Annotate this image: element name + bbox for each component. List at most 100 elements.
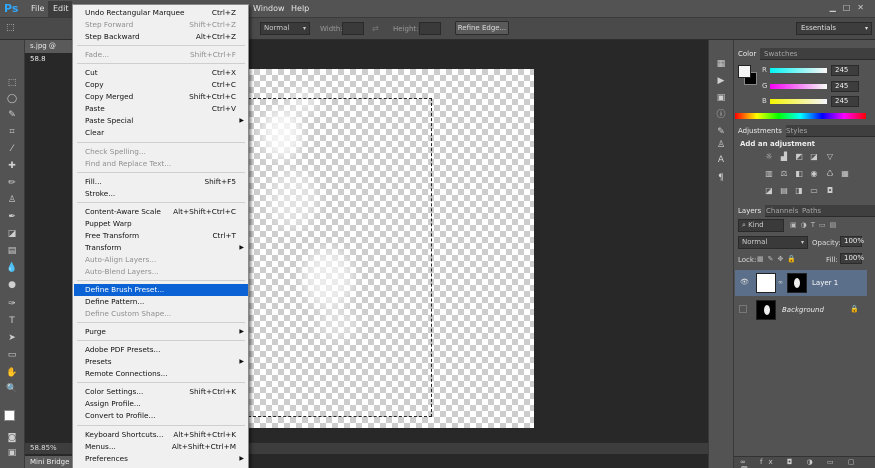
mini-bridge-tab[interactable]: Mini Bridge bbox=[25, 456, 77, 468]
opacity-input[interactable]: 100% bbox=[840, 236, 864, 247]
quick-mask-icon[interactable]: ◙ bbox=[5, 432, 19, 444]
tab-layers[interactable]: Layers bbox=[734, 205, 766, 217]
menu-item-clear[interactable]: Clear bbox=[74, 127, 248, 139]
tab-channels[interactable]: Channels bbox=[762, 205, 802, 217]
lock-icons[interactable]: ▦✎✥🔒 bbox=[757, 255, 800, 263]
info-icon[interactable]: ⓘ bbox=[715, 109, 727, 121]
marquee-tool-icon[interactable]: ⬚ bbox=[5, 77, 19, 89]
character-icon[interactable]: A bbox=[715, 154, 727, 166]
history-icon[interactable]: ▦ bbox=[715, 58, 727, 70]
shape-tool-icon[interactable]: ▭ bbox=[5, 349, 19, 361]
actions-icon[interactable]: ▶ bbox=[715, 75, 727, 87]
menu-edit[interactable]: Edit bbox=[53, 4, 69, 13]
properties-icon[interactable]: ▣ bbox=[715, 92, 727, 104]
marquee-tool-preset-icon[interactable]: ⬚ bbox=[6, 23, 15, 33]
layer-row-layer-1[interactable]: 👁 ∞ Layer 1 bbox=[735, 270, 867, 296]
color-ramp[interactable] bbox=[735, 113, 866, 119]
fill-input[interactable]: 100% bbox=[840, 253, 864, 264]
menu-help[interactable]: Help bbox=[291, 4, 309, 13]
hue-saturation-icon[interactable]: ▥ bbox=[763, 169, 775, 179]
width-input[interactable] bbox=[342, 22, 364, 35]
menu-item-convert-to-profile[interactable]: Convert to Profile... bbox=[74, 410, 248, 422]
menu-item-fill[interactable]: Fill... Shift+F5 bbox=[74, 176, 248, 188]
menu-item-cut[interactable]: Cut Ctrl+X bbox=[74, 67, 248, 79]
menu-item-copy-merged[interactable]: Copy Merged Shift+Ctrl+C bbox=[74, 91, 248, 103]
menu-item-keyboard-shortcuts[interactable]: Keyboard Shortcuts... Alt+Shift+Ctrl+K bbox=[74, 429, 248, 441]
menu-item-step-backward[interactable]: Step Backward Alt+Ctrl+Z bbox=[74, 31, 248, 43]
channel-b-value[interactable]: 245 bbox=[831, 96, 859, 107]
menu-item-define-pattern[interactable]: Define Pattern... bbox=[74, 296, 248, 308]
threshold-icon[interactable]: ◨ bbox=[793, 186, 805, 196]
brightness-icon[interactable]: ☼ bbox=[763, 152, 775, 162]
menu-item-presets[interactable]: Presets ▶ bbox=[74, 356, 248, 368]
blur-tool-icon[interactable]: 💧 bbox=[5, 262, 19, 274]
workspace-select[interactable]: Essentials ▾ bbox=[796, 22, 872, 35]
channel-g-slider[interactable] bbox=[770, 84, 827, 89]
channel-g-value[interactable]: 245 bbox=[831, 81, 859, 92]
menu-item-color-settings[interactable]: Color Settings... Shift+Ctrl+K bbox=[74, 386, 248, 398]
dodge-tool-icon[interactable]: ● bbox=[5, 279, 19, 291]
layer-filter-select[interactable]: ⌕ Kind bbox=[738, 219, 784, 232]
history-brush-icon[interactable]: ✒ bbox=[5, 211, 19, 223]
crop-tool-icon[interactable]: ⌗ bbox=[5, 126, 19, 138]
screen-mode-icon[interactable]: ▣ bbox=[5, 447, 19, 459]
menu-item-transform[interactable]: Transform ▶ bbox=[74, 242, 248, 254]
tab-paths[interactable]: Paths bbox=[798, 205, 825, 217]
layer-name[interactable]: Background bbox=[782, 306, 824, 314]
path-select-icon[interactable]: ➤ bbox=[5, 332, 19, 344]
height-input[interactable] bbox=[419, 22, 441, 35]
channel-r-slider[interactable] bbox=[770, 68, 827, 73]
layer-filter-icons[interactable]: ▣◑T▭▤ bbox=[790, 221, 840, 229]
invert-icon[interactable]: ◪ bbox=[763, 186, 775, 196]
style-select[interactable]: Normal ▾ bbox=[260, 22, 310, 35]
gradient-tool-icon[interactable]: ▤ bbox=[5, 245, 19, 257]
close-icon[interactable]: ✕ bbox=[857, 3, 871, 12]
menu-item-purge[interactable]: Purge ▶ bbox=[74, 326, 248, 338]
visibility-eye-icon[interactable]: 👁 bbox=[740, 278, 749, 286]
menu-item-content-aware-scale[interactable]: Content-Aware Scale Alt+Shift+Ctrl+C bbox=[74, 206, 248, 218]
channel-r-value[interactable]: 245 bbox=[831, 65, 859, 76]
tab-adjustments[interactable]: Adjustments bbox=[734, 125, 786, 137]
tab-swatches[interactable]: Swatches bbox=[760, 48, 801, 60]
zoom-level[interactable]: 58.85% bbox=[30, 444, 57, 452]
photo-filter-icon[interactable]: ◉ bbox=[808, 169, 820, 179]
pen-tool-icon[interactable]: ✑ bbox=[5, 298, 19, 310]
healing-brush-icon[interactable]: ✚ bbox=[5, 160, 19, 172]
refine-edge-button[interactable]: Refine Edge... bbox=[455, 21, 509, 35]
layer-row-background[interactable]: Background 🔒 bbox=[735, 297, 867, 323]
menu-file[interactable]: File bbox=[31, 4, 44, 13]
levels-icon[interactable]: ▟ bbox=[778, 152, 790, 162]
layers-footer-icons[interactable]: ∞ fx ◘ ◑ ▭ ▢ 🗑 bbox=[740, 458, 875, 468]
menu-item-paste[interactable]: Paste Ctrl+V bbox=[74, 103, 248, 115]
eyedropper-tool-icon[interactable]: ⁄ bbox=[5, 143, 19, 155]
layer-name[interactable]: Layer 1 bbox=[812, 279, 838, 287]
menu-item-puppet-warp[interactable]: Puppet Warp bbox=[74, 218, 248, 230]
gradient-map-icon[interactable]: ▭ bbox=[808, 186, 820, 196]
curves-icon[interactable]: ◩ bbox=[793, 152, 805, 162]
tab-styles[interactable]: Styles bbox=[782, 125, 811, 137]
posterize-icon[interactable]: ▤ bbox=[778, 186, 790, 196]
paragraph-icon[interactable]: ¶ bbox=[715, 172, 727, 184]
menu-window[interactable]: Window bbox=[253, 4, 285, 13]
menu-item-adobe-pdf-presets[interactable]: Adobe PDF Presets... bbox=[74, 344, 248, 356]
menu-item-preferences[interactable]: Preferences ▶ bbox=[74, 453, 248, 465]
menu-item-paste-special[interactable]: Paste Special ▶ bbox=[74, 115, 248, 127]
foreground-color-swatch[interactable] bbox=[4, 410, 15, 421]
vibrance-icon[interactable]: ▽ bbox=[824, 152, 836, 162]
selective-color-icon[interactable]: ◘ bbox=[824, 186, 836, 196]
menu-item-undo-rectangular-marquee[interactable]: Undo Rectangular Marquee Ctrl+Z bbox=[74, 7, 248, 19]
menu-item-copy[interactable]: Copy Ctrl+C bbox=[74, 79, 248, 91]
blend-mode-select[interactable]: Normal ▾ bbox=[738, 236, 808, 249]
exposure-icon[interactable]: ◪ bbox=[808, 152, 820, 162]
clone-source-icon[interactable]: ♙ bbox=[715, 139, 727, 151]
color-lookup-icon[interactable]: ▦ bbox=[839, 169, 851, 179]
channel-b-slider[interactable] bbox=[770, 99, 827, 104]
menu-item-free-transform[interactable]: Free Transform Ctrl+T bbox=[74, 230, 248, 242]
tab-color[interactable]: Color bbox=[734, 48, 761, 60]
zoom-tool-icon[interactable]: 🔍 bbox=[5, 383, 19, 395]
menu-item-menus[interactable]: Menus... Alt+Shift+Ctrl+M bbox=[74, 441, 248, 453]
menu-item-stroke[interactable]: Stroke... bbox=[74, 188, 248, 200]
brush-presets-icon[interactable]: ✎ bbox=[715, 126, 727, 138]
color-balance-icon[interactable]: ⚖ bbox=[778, 169, 790, 179]
hand-tool-icon[interactable]: ✋ bbox=[5, 367, 19, 379]
